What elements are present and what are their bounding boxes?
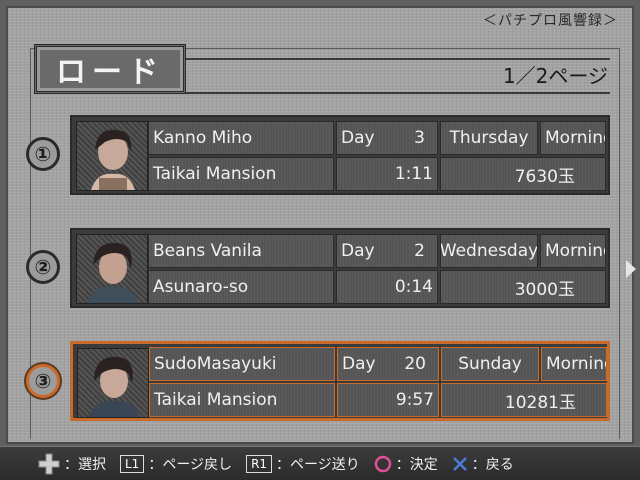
time-of-day: Morning	[540, 234, 606, 268]
day-cell: Day 3	[336, 121, 438, 155]
r1-key-icon: R1	[246, 454, 273, 473]
confirm-hint-label: ：決定	[395, 456, 438, 473]
money-balls: 3000玉	[440, 270, 606, 304]
screen-title-text: ロード	[56, 55, 164, 90]
select-hint-label: ：選択	[64, 456, 106, 473]
screen-title: ロード	[34, 44, 186, 94]
player-name: SudoMasayuki	[149, 347, 335, 381]
circle-button-icon	[374, 455, 392, 472]
button-guide-bar: ：選択 L1 ：ページ戻し R1 ：ページ送り ：決定 ：戻る	[0, 446, 640, 480]
portrait-image	[87, 242, 139, 303]
l1-hint-label: ：ページ戻し	[148, 456, 233, 473]
slot-1-number: ①	[26, 137, 60, 171]
day-label: Day	[342, 354, 376, 374]
day-number: 3	[414, 128, 425, 148]
r1-hint: R1 ：ページ送り	[246, 454, 360, 474]
character-portrait	[77, 348, 149, 418]
confirm-hint: ：決定	[374, 454, 438, 474]
play-time: 9:57	[337, 383, 439, 417]
weekday: Wednesday	[440, 234, 538, 268]
l1-key-icon: L1	[120, 454, 145, 473]
back-hint: ：戻る	[452, 454, 514, 474]
weekday: Sunday	[441, 347, 539, 381]
save-slot-3[interactable]: SudoMasayuki Day 20 Sunday Morning Taika…	[70, 341, 610, 421]
money-balls: 7630玉	[440, 157, 606, 191]
location: Taikai Mansion	[149, 383, 335, 417]
cross-button-icon	[452, 456, 467, 471]
player-name: Kanno Miho	[148, 121, 334, 155]
day-label: Day	[341, 241, 375, 261]
day-number: 2	[414, 241, 425, 261]
l1-hint: L1 ：ページ戻し	[120, 454, 232, 474]
play-time: 0:14	[336, 270, 438, 304]
play-time: 1:11	[336, 157, 438, 191]
time-of-day: Morning	[541, 347, 607, 381]
portrait-image	[88, 356, 140, 417]
day-cell: Day 2	[336, 234, 438, 268]
portrait-image	[91, 129, 135, 190]
weekday: Thursday	[440, 121, 538, 155]
character-portrait	[76, 234, 148, 304]
next-page-arrow-icon[interactable]	[626, 260, 636, 278]
slot-2-number: ②	[26, 250, 60, 284]
title-rule-bottom	[186, 92, 610, 94]
day-cell: Day 20	[337, 347, 439, 381]
slot-3-number: ③	[26, 364, 60, 398]
location: Taikai Mansion	[148, 157, 334, 191]
player-name: Beans Vanila	[148, 234, 334, 268]
time-of-day: Morning	[540, 121, 606, 155]
day-number: 20	[404, 354, 426, 374]
money-balls: 10281玉	[441, 383, 607, 417]
save-slot-2[interactable]: Beans Vanila Day 2 Wednesday Morning Asu…	[70, 228, 610, 308]
save-slot-1[interactable]: Kanno Miho Day 3 Thursday Morning Taikai…	[70, 115, 610, 195]
back-hint-label: ：戻る	[471, 456, 514, 473]
game-title-tag: ＜パチプロ風響録＞	[483, 13, 618, 29]
dpad-icon	[38, 453, 60, 474]
location: Asunaro-so	[148, 270, 334, 304]
select-hint: ：選択	[38, 453, 106, 475]
page-indicator: 1／2ページ	[502, 64, 608, 88]
day-label: Day	[341, 128, 375, 148]
r1-hint-label: ：ページ送り	[276, 456, 360, 473]
character-portrait	[76, 121, 148, 191]
